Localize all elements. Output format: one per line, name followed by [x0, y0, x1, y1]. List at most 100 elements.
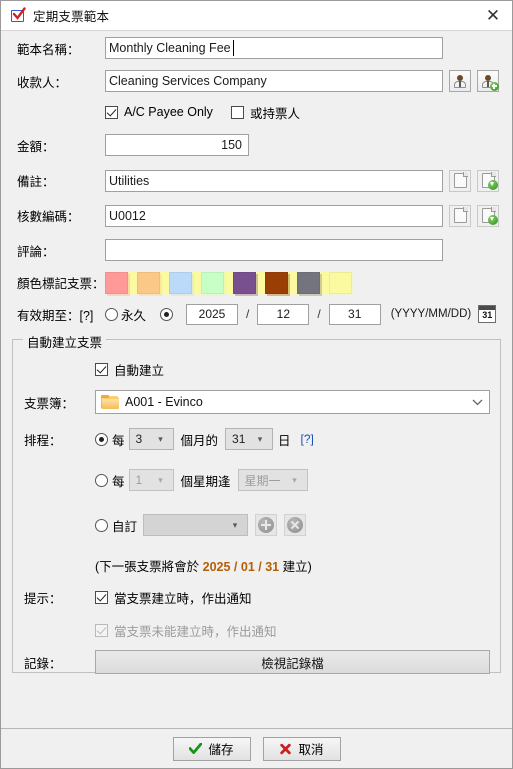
audit-code-input[interactable]	[105, 204, 443, 227]
payee-input[interactable]	[105, 70, 443, 92]
row-notify-create: 提示： 當支票建立時，作出通知	[19, 582, 494, 613]
close-icon[interactable]: ✕	[478, 3, 508, 29]
row-schedule-weekly: 每 1 ▾ 個星期逢 星期一 ▾	[19, 458, 494, 502]
page-icon[interactable]	[449, 169, 471, 192]
folder-icon	[101, 395, 119, 409]
template-name-input[interactable]	[105, 37, 443, 59]
save-label: 儲存	[208, 743, 234, 757]
forever-label: 永久	[121, 308, 147, 323]
row-next-note: (下一張支票將會於 2025 / 01 / 31 建立)	[19, 548, 494, 582]
red-check-glyph	[12, 6, 26, 20]
view-log-button[interactable]: 檢視記錄檔	[95, 650, 490, 674]
window-title: 定期支票範本	[33, 10, 110, 24]
color-swatch-purple[interactable]	[265, 271, 288, 294]
date-separator: /	[317, 307, 321, 321]
amount-input[interactable]	[105, 134, 249, 156]
custom-dropdown[interactable]: ▾	[143, 514, 249, 536]
color-swatch-salmon[interactable]	[137, 271, 160, 294]
valid-day-input[interactable]: 31	[328, 303, 381, 325]
row-payee-options: A/C Payee Only 或持票人	[9, 97, 504, 127]
custom-label: 自訂	[112, 519, 138, 534]
or-bearer-checkbox[interactable]	[230, 105, 244, 119]
next-cheque-note: (下一張支票將會於 2025 / 01 / 31 建立)	[95, 556, 312, 575]
payee-label: 收款人：	[17, 75, 68, 90]
weekly-every-label: 每	[112, 474, 125, 489]
calendar-day-label: 31	[482, 310, 493, 320]
green-check-icon	[189, 743, 203, 754]
person-add-icon[interactable]	[477, 70, 499, 92]
weekly-unit-label: 個星期逢	[180, 474, 231, 489]
save-button[interactable]: 儲存	[172, 736, 251, 761]
monthly-count-dropdown[interactable]: 3 ▾	[128, 428, 174, 450]
color-swatch-green[interactable]	[233, 271, 256, 294]
row-log: 記錄： 檢視記錄檔	[19, 647, 494, 677]
next-note-suffix: 建立)	[279, 559, 312, 574]
monthly-count-value: 3	[135, 432, 143, 446]
weekday-dropdown[interactable]: 星期一 ▾	[237, 469, 308, 491]
circle-plus-icon[interactable]	[255, 514, 278, 536]
row-auto-create: 自動建立	[19, 354, 494, 384]
monthly-day-label: 日	[278, 433, 291, 448]
notify-on-fail-checkbox	[95, 623, 108, 637]
weekly-count-dropdown[interactable]: 1 ▾	[128, 469, 174, 491]
date-separator: /	[246, 307, 250, 321]
notify-on-create-checkbox[interactable]	[95, 591, 108, 604]
color-swatch-gray[interactable]	[329, 271, 352, 294]
cheque-book-label: 支票簿：	[24, 396, 75, 411]
page-icon[interactable]	[449, 204, 471, 227]
cancel-button[interactable]: 取消	[262, 736, 341, 761]
valid-year-input[interactable]: 2025	[186, 303, 239, 325]
cheque-book-dropdown[interactable]: A001 - Evinco	[95, 390, 490, 414]
calendar-icon[interactable]: 31	[478, 305, 497, 323]
title-bar: 定期支票範本 ✕	[1, 1, 512, 31]
chevron-down-icon[interactable]	[465, 391, 489, 413]
row-valid-until: 有效期至：[?] 永久 2025 / 12 / 31 (YYYY/MM/DD) …	[9, 298, 504, 330]
color-mark-label: 顏色標記支票：	[17, 277, 105, 291]
comment-input[interactable]	[105, 239, 443, 261]
forever-radio[interactable]	[105, 307, 118, 321]
auto-create-checkbox[interactable]	[95, 362, 108, 376]
schedule-monthly-radio[interactable]	[95, 432, 108, 446]
valid-month-input[interactable]: 12	[257, 303, 310, 325]
color-swatch-yellow[interactable]	[105, 271, 128, 294]
row-template-name: 範本名稱：	[9, 31, 504, 65]
memo-label: 備註：	[17, 175, 55, 189]
notify-label: 提示：	[24, 592, 62, 606]
template-name-label: 範本名稱：	[17, 42, 80, 57]
schedule-help-link[interactable]: [?]	[301, 432, 314, 446]
color-swatch-list	[105, 271, 352, 294]
row-audit-code: 核數編碼：	[9, 198, 504, 233]
red-x-icon	[280, 743, 292, 754]
comment-label: 評論：	[17, 244, 55, 259]
row-comment: 評論：	[9, 233, 504, 267]
recurring-cheque-template-dialog: 定期支票範本 ✕ 範本名稱： 收款人： A/C Payee	[0, 0, 513, 769]
next-note-prefix: (下一張支票將會於	[95, 559, 203, 574]
row-cheque-book: 支票簿： A001 - Evinco	[19, 384, 494, 420]
chevron-down-icon: ▾	[232, 519, 238, 530]
circle-x-icon[interactable]	[284, 514, 307, 536]
schedule-custom-radio[interactable]	[95, 518, 108, 532]
text-caret	[233, 40, 234, 56]
monthly-day-dropdown[interactable]: 31 ▾	[225, 428, 274, 450]
weekly-count-value: 1	[135, 473, 143, 487]
color-swatch-brown[interactable]	[297, 271, 320, 294]
color-swatch-orange[interactable]	[169, 271, 192, 294]
color-swatch-blue[interactable]	[201, 271, 224, 294]
person-icon[interactable]	[449, 70, 471, 92]
row-schedule-custom: 自訂 ▾	[19, 502, 494, 548]
notify-on-fail-label: 當支票未能建立時，作出通知	[114, 624, 277, 639]
check-template-icon	[10, 6, 26, 24]
page-add-icon[interactable]	[477, 204, 499, 227]
cancel-label: 取消	[298, 743, 324, 757]
date-radio[interactable]	[160, 307, 174, 321]
date-format-hint: (YYYY/MM/DD)	[390, 308, 472, 320]
page-add-icon[interactable]	[477, 169, 499, 192]
ac-payee-only-checkbox[interactable]	[105, 105, 118, 119]
amount-label: 金額：	[17, 139, 55, 154]
memo-input[interactable]	[105, 169, 443, 192]
monthly-unit-label: 個月的	[180, 433, 219, 448]
log-label: 記錄：	[24, 656, 62, 671]
auto-create-group-title: 自動建立支票	[23, 332, 107, 351]
schedule-weekly-radio[interactable]	[95, 473, 108, 487]
row-amount: 金額：	[9, 127, 504, 163]
